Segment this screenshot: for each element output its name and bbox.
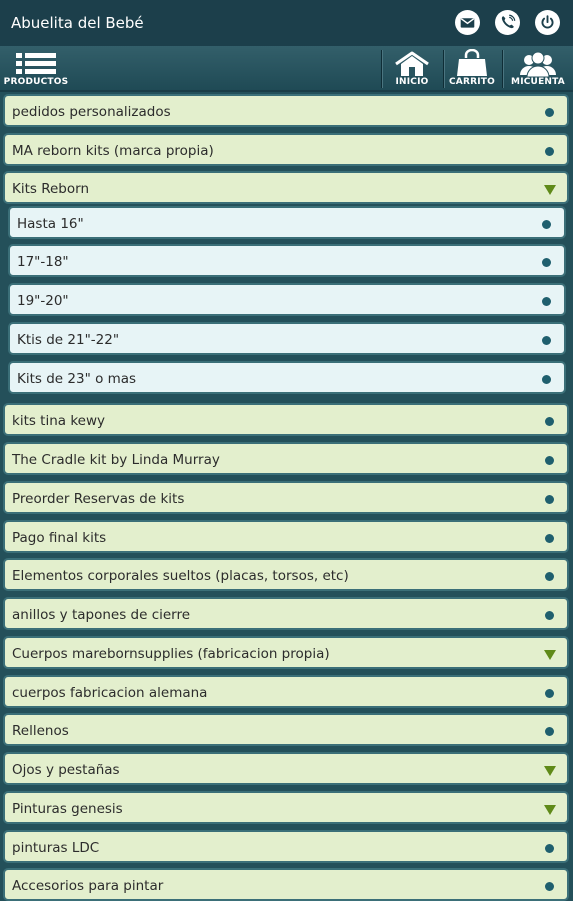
bullet-icon bbox=[545, 689, 554, 698]
category-item[interactable]: kits tina kewy bbox=[3, 403, 569, 436]
subcategory-label: Ktis de 21"-22" bbox=[17, 332, 120, 348]
bullet-icon bbox=[545, 534, 554, 543]
category-item[interactable]: Elementos corporales sueltos (placas, to… bbox=[3, 558, 569, 591]
expand-arrow-icon bbox=[544, 805, 556, 815]
bullet-icon bbox=[545, 882, 554, 891]
bullet-icon bbox=[545, 456, 554, 465]
bullet-icon bbox=[542, 297, 551, 306]
bullet-icon bbox=[545, 417, 554, 426]
products-label: PRODUCTOS bbox=[3, 77, 69, 87]
category-item[interactable]: cuerpos fabricacion alemana bbox=[3, 675, 569, 708]
category-label: Cuerpos marebornsupplies (fabricacion pr… bbox=[12, 646, 330, 662]
category-item[interactable]: Ojos y pestañas bbox=[3, 752, 569, 785]
bullet-icon bbox=[542, 375, 551, 384]
category-item[interactable]: MA reborn kits (marca propia) bbox=[3, 133, 569, 166]
category-label: Rellenos bbox=[12, 723, 69, 739]
bullet-icon bbox=[545, 844, 554, 853]
category-item[interactable]: Pago final kits bbox=[3, 520, 569, 553]
home-label: INICIO bbox=[395, 77, 429, 87]
category-label: Preorder Reservas de kits bbox=[12, 491, 185, 507]
account-button[interactable]: MICUENTA bbox=[505, 46, 571, 90]
bullet-icon bbox=[545, 495, 554, 504]
shopping-bag-icon bbox=[457, 49, 487, 76]
home-button[interactable]: INICIO bbox=[385, 46, 439, 90]
category-label: pedidos personalizados bbox=[12, 104, 171, 120]
subcategory-label: Kits de 23" o mas bbox=[17, 371, 137, 387]
home-icon bbox=[395, 51, 429, 76]
category-label: Accesorios para pintar bbox=[12, 878, 164, 894]
bullet-icon bbox=[542, 336, 551, 345]
category-label: Pinturas genesis bbox=[12, 801, 123, 817]
category-item[interactable]: Accesorios para pintar bbox=[3, 868, 569, 901]
nav-divider bbox=[502, 50, 503, 88]
category-label: The Cradle kit by Linda Murray bbox=[12, 452, 220, 468]
bullet-icon bbox=[545, 147, 554, 156]
category-item[interactable]: Preorder Reservas de kits bbox=[3, 481, 569, 514]
category-label: pinturas LDC bbox=[12, 840, 100, 856]
bullet-icon bbox=[545, 108, 554, 117]
expand-arrow-icon bbox=[544, 766, 556, 776]
cart-label: CARRITO bbox=[449, 77, 495, 87]
nav-bar: PRODUCTOS INICIO CARRITO MICUENTA bbox=[0, 46, 573, 92]
users-icon bbox=[520, 51, 556, 77]
category-label: MA reborn kits (marca propia) bbox=[12, 143, 214, 159]
subcategory-item[interactable]: Kits de 23" o mas bbox=[8, 361, 566, 394]
bullet-icon bbox=[545, 611, 554, 620]
phone-icon[interactable] bbox=[495, 10, 520, 35]
products-menu-button[interactable]: PRODUCTOS bbox=[3, 46, 69, 90]
expand-arrow-icon bbox=[544, 650, 556, 660]
subcategory-item[interactable]: Ktis de 21"-22" bbox=[8, 322, 566, 355]
nav-divider bbox=[443, 50, 444, 88]
email-icon[interactable] bbox=[455, 10, 480, 35]
power-icon[interactable] bbox=[535, 10, 560, 35]
category-label: Kits Reborn bbox=[12, 181, 89, 197]
subcategory-item[interactable]: 19"-20" bbox=[8, 283, 566, 316]
bullet-icon bbox=[545, 727, 554, 736]
category-item[interactable]: Rellenos bbox=[3, 713, 569, 746]
title-bar: Abuelita del Bebé bbox=[0, 0, 573, 47]
menu-list-icon bbox=[16, 53, 56, 74]
category-label: Elementos corporales sueltos (placas, to… bbox=[12, 568, 349, 584]
category-item[interactable]: pedidos personalizados bbox=[3, 94, 569, 127]
category-item[interactable]: Pinturas genesis bbox=[3, 791, 569, 824]
cart-button[interactable]: CARRITO bbox=[446, 46, 498, 90]
category-item[interactable]: Cuerpos marebornsupplies (fabricacion pr… bbox=[3, 636, 569, 669]
subcategory-item[interactable]: Hasta 16" bbox=[8, 206, 566, 239]
category-label: Ojos y pestañas bbox=[12, 762, 120, 778]
category-item[interactable]: anillos y tapones de cierre bbox=[3, 597, 569, 630]
nav-divider bbox=[381, 50, 382, 88]
bullet-icon bbox=[545, 572, 554, 581]
category-item-expanded[interactable]: Kits Reborn bbox=[3, 171, 569, 204]
subcategory-item[interactable]: 17"-18" bbox=[8, 244, 566, 277]
bullet-icon bbox=[542, 220, 551, 229]
category-label: cuerpos fabricacion alemana bbox=[12, 685, 208, 701]
expand-arrow-icon bbox=[544, 185, 556, 195]
subcategory-label: 19"-20" bbox=[17, 293, 69, 309]
category-label: kits tina kewy bbox=[12, 413, 106, 429]
category-label: anillos y tapones de cierre bbox=[12, 607, 191, 623]
app-title: Abuelita del Bebé bbox=[11, 14, 144, 32]
category-item[interactable]: pinturas LDC bbox=[3, 830, 569, 863]
category-label: Pago final kits bbox=[12, 530, 107, 546]
account-label: MICUENTA bbox=[511, 77, 565, 87]
subcategory-label: Hasta 16" bbox=[17, 216, 84, 232]
subcategory-label: 17"-18" bbox=[17, 254, 69, 270]
category-item[interactable]: The Cradle kit by Linda Murray bbox=[3, 442, 569, 475]
bullet-icon bbox=[542, 258, 551, 267]
